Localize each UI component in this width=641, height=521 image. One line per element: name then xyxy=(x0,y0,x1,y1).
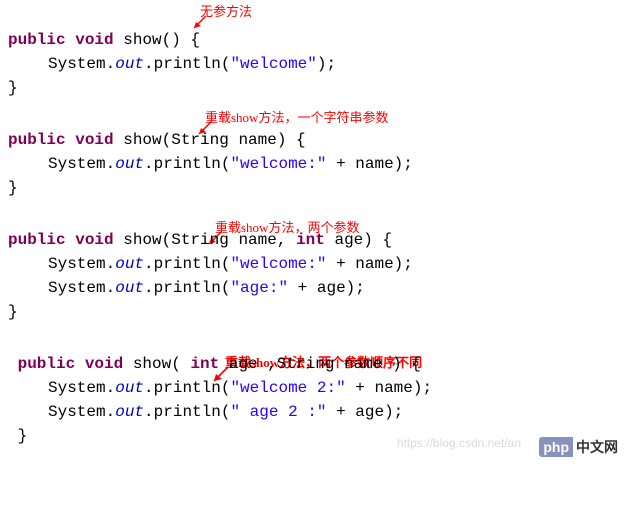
text: System. xyxy=(48,255,115,273)
static-field: out xyxy=(115,403,144,421)
method-show-string: public void show(String name) { System.o… xyxy=(8,128,633,200)
string-literal: "welcome 2:" xyxy=(230,379,345,397)
string-literal: "welcome:" xyxy=(230,255,326,273)
text: age ,String name ) { xyxy=(219,355,421,373)
static-field: out xyxy=(115,255,144,273)
body-line: System.out.println("welcome:" + name); xyxy=(8,152,633,176)
annotation-one-string: 重载show方法，一个字符串参数 xyxy=(205,108,388,128)
text: .println( xyxy=(144,155,230,173)
text: System. xyxy=(48,55,115,73)
method-name: show() { xyxy=(114,31,200,49)
body-line: System.out.println(" age 2 :" + age); xyxy=(8,400,633,424)
body-line: System.out.println("welcome:" + name); xyxy=(8,252,633,276)
text: System. xyxy=(48,379,115,397)
site-logo: php中文网 xyxy=(539,436,621,460)
text: + name); xyxy=(346,379,432,397)
text: + name); xyxy=(326,255,412,273)
text: + name); xyxy=(326,155,412,173)
close-brace: } xyxy=(8,76,633,100)
signature: public void show( int age ,String name )… xyxy=(8,352,633,376)
text: System. xyxy=(48,279,115,297)
method-show-string-int: public void show(String name, int age) {… xyxy=(8,228,633,324)
logo-text: 中文网 xyxy=(573,437,621,457)
body-line: System.out.println("age:" + age); xyxy=(8,276,633,300)
text: age) { xyxy=(325,231,392,249)
text: ); xyxy=(317,55,336,73)
close-brace: } xyxy=(8,300,633,324)
keyword: public void xyxy=(8,31,114,49)
body-line: System.out.println("welcome"); xyxy=(8,52,633,76)
keyword: public void xyxy=(8,131,114,149)
method-name: show(String name) { xyxy=(114,131,306,149)
text: show(String name, xyxy=(114,231,296,249)
text: show( xyxy=(123,355,190,373)
text: .println( xyxy=(144,55,230,73)
keyword: int xyxy=(296,231,325,249)
text: .println( xyxy=(144,379,230,397)
text: .println( xyxy=(144,255,230,273)
annotation-no-args: 无参方法 xyxy=(200,2,252,22)
string-literal: " age 2 :" xyxy=(230,403,326,421)
keyword: public void xyxy=(8,231,114,249)
static-field: out xyxy=(115,55,144,73)
string-literal: "age:" xyxy=(230,279,288,297)
watermark-url: https://blog.csdn.net/an xyxy=(397,434,521,452)
method-show-noargs: public void show() { System.out.println(… xyxy=(8,28,633,100)
text: System. xyxy=(48,155,115,173)
signature: public void show() { xyxy=(8,28,633,52)
text: + age); xyxy=(288,279,365,297)
text: + age); xyxy=(326,403,403,421)
close-brace: } xyxy=(8,176,633,200)
static-field: out xyxy=(115,379,144,397)
body-line: System.out.println("welcome 2:" + name); xyxy=(8,376,633,400)
string-literal: "welcome:" xyxy=(230,155,326,173)
signature: public void show(String name) { xyxy=(8,128,633,152)
signature: public void show(String name, int age) { xyxy=(8,228,633,252)
keyword: int xyxy=(190,355,219,373)
string-literal: "welcome" xyxy=(230,55,316,73)
static-field: out xyxy=(115,279,144,297)
keyword: public void xyxy=(8,355,123,373)
static-field: out xyxy=(115,155,144,173)
method-show-int-string: public void show( int age ,String name )… xyxy=(8,352,633,448)
text: .println( xyxy=(144,403,230,421)
logo-badge: php xyxy=(539,437,573,457)
text: System. xyxy=(48,403,115,421)
text: .println( xyxy=(144,279,230,297)
